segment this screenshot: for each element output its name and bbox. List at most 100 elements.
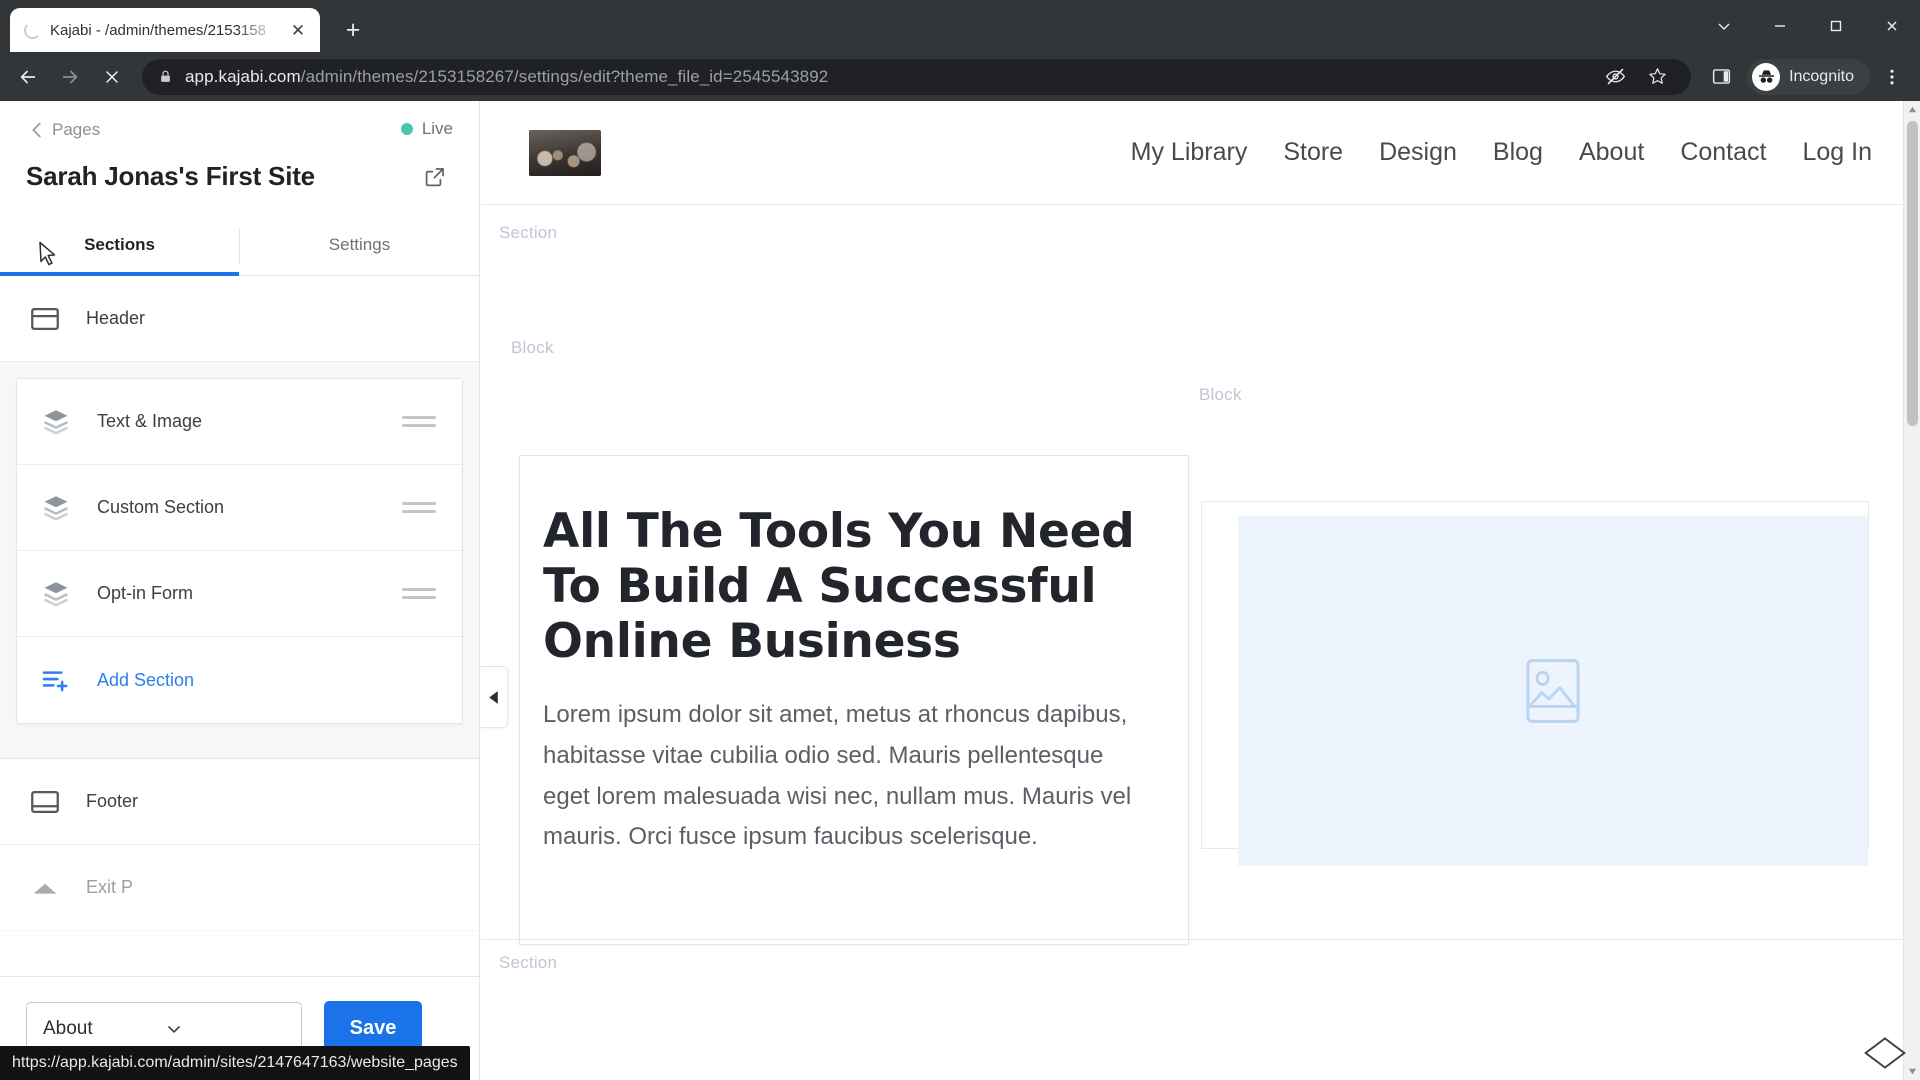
sidebar-item-label: Custom Section (97, 497, 225, 517)
scrollbar-thumb[interactable] (1907, 121, 1918, 426)
triangle-left-icon (489, 690, 498, 704)
sidebar-item-footer[interactable]: Footer (0, 759, 479, 845)
back-to-pages-link[interactable]: Pages (26, 117, 453, 143)
editor-tabs: Sections Settings (0, 214, 479, 276)
add-section-label: Add Section (97, 669, 195, 690)
status-label: Live (421, 119, 453, 138)
tab-strip: Kajabi - /admin/themes/2153158 ✕ + (0, 0, 1920, 52)
lock-icon (158, 69, 173, 84)
minimize-icon[interactable] (1752, 0, 1808, 52)
tab-sections[interactable]: Sections (0, 214, 239, 276)
browser-window: Kajabi - /admin/themes/2153158 ✕ + app.k… (0, 0, 1920, 1080)
browser-tab[interactable]: Kajabi - /admin/themes/2153158 ✕ (10, 8, 320, 52)
sidebar-item-header[interactable]: Header (0, 276, 479, 362)
section-group: Text & Image Custom Section Opt-in Form … (16, 378, 463, 724)
status-dot-icon (400, 123, 413, 135)
section-list: Header Text & Image Custom Section Opt-i… (0, 276, 479, 976)
zone-label-section-bottom: Section (499, 953, 558, 972)
nav-link-store[interactable]: Store (1283, 138, 1343, 167)
section-divider (481, 939, 1920, 940)
paragraph-text: Lorem ipsum dolor sit amet, metus at rho… (543, 700, 1132, 851)
back-icon[interactable] (8, 57, 48, 97)
open-external-icon[interactable] (423, 165, 453, 189)
side-panel-icon[interactable] (1701, 57, 1741, 97)
editor-header: Pages Live Sarah Jonas's First Site (0, 101, 479, 214)
theme-editor-sidebar: Pages Live Sarah Jonas's First Site Sect… (0, 101, 480, 1080)
collapse-sidebar-button[interactable] (480, 666, 508, 728)
headline-text: All The Tools You Need To Build A Succes… (543, 504, 1135, 669)
url-domain: app.kajabi.com (185, 66, 301, 86)
mouse-cursor (38, 241, 60, 276)
status-bar-url: https://app.kajabi.com/admin/sites/21476… (0, 1046, 470, 1080)
nav-link-design[interactable]: Design (1379, 138, 1457, 167)
footer-layout-icon (26, 785, 64, 819)
layers-icon (37, 406, 75, 438)
add-section-button[interactable]: Add Section (17, 637, 462, 723)
incognito-label: Incognito (1789, 67, 1854, 85)
nav-link-about[interactable]: About (1579, 138, 1644, 167)
close-window-icon[interactable] (1864, 0, 1920, 52)
text-block[interactable]: All The Tools You Need To Build A Succes… (519, 455, 1189, 945)
page-scrollbar[interactable] (1903, 101, 1920, 1080)
incognito-profile-button[interactable]: Incognito (1747, 58, 1870, 95)
image-placeholder-icon (1526, 659, 1580, 723)
layers-icon (37, 492, 75, 524)
sidebar-item-exit-popup[interactable]: Exit P (0, 845, 479, 931)
site-preview: My Library Store Design Blog About Conta… (481, 101, 1920, 1080)
address-bar[interactable]: app.kajabi.com/admin/themes/2153158267/s… (142, 57, 1692, 97)
forward-icon (50, 57, 90, 97)
layers-icon (37, 578, 75, 610)
chrome-menu-icon[interactable] (1872, 57, 1912, 97)
header-layout-icon (26, 302, 64, 336)
page-select-value: About (43, 1017, 93, 1039)
drag-handle-icon[interactable] (402, 588, 436, 599)
chevron-down-icon (164, 1019, 285, 1039)
browser-toolbar: app.kajabi.com/admin/themes/2153158267/s… (0, 52, 1920, 101)
page-title: Sarah Jonas's First Site (26, 161, 315, 191)
nav-link-my-library[interactable]: My Library (1131, 138, 1248, 167)
sidebar-item-text-image[interactable]: Text & Image (17, 379, 462, 465)
url-text: app.kajabi.com/admin/themes/2153158267/s… (185, 67, 1583, 87)
sidebar-item-label: Footer (86, 791, 139, 811)
image-block[interactable] (1201, 501, 1869, 866)
chevron-left-icon (26, 119, 48, 141)
scroll-up-icon[interactable] (1904, 101, 1920, 118)
cookie-blocked-eye-icon[interactable] (1595, 57, 1635, 97)
nav-link-blog[interactable]: Blog (1493, 138, 1543, 167)
status-badge: Live (400, 119, 453, 139)
omnibox-actions (1595, 57, 1677, 97)
maximize-icon[interactable] (1808, 0, 1864, 52)
preview-canvas: Section Block Block All The Tools You Ne… (481, 205, 1920, 1080)
sidebar-item-label: Opt-in Form (97, 583, 194, 603)
tab-loading-spinner-icon (24, 21, 41, 39)
url-path: /admin/themes/2153158267/settings/edit?t… (300, 66, 829, 86)
nav-link-log-in[interactable]: Log In (1802, 138, 1872, 167)
new-tab-button[interactable]: + (336, 13, 370, 47)
tab-settings[interactable]: Settings (240, 214, 479, 275)
bookmark-star-icon[interactable] (1637, 57, 1677, 97)
sidebar-item-label: Header (86, 308, 146, 328)
preview-nav: My Library Store Design Blog About Conta… (1131, 138, 1872, 167)
image-placeholder[interactable] (1238, 516, 1868, 866)
site-logo-image[interactable] (529, 129, 601, 176)
chevron-up-icon (26, 871, 64, 905)
zone-label-block-right: Block (1199, 385, 1242, 404)
window-controls (1696, 0, 1920, 52)
minimize-to-tray-icon[interactable] (1696, 0, 1752, 52)
drag-handle-icon[interactable] (402, 416, 436, 427)
sidebar-item-opt-in-form[interactable]: Opt-in Form (17, 551, 462, 637)
scroll-down-icon[interactable] (1904, 1063, 1920, 1080)
page-viewport: Pages Live Sarah Jonas's First Site Sect… (0, 101, 1920, 1080)
drag-handle-icon[interactable] (402, 502, 436, 513)
sidebar-item-label: Text & Image (97, 411, 203, 431)
back-label: Pages (52, 120, 101, 139)
add-section-icon (37, 664, 75, 696)
tab-close-icon[interactable]: ✕ (286, 18, 310, 42)
section-group-container: Text & Image Custom Section Opt-in Form … (0, 362, 479, 759)
zone-label-section-top: Section (499, 223, 558, 242)
stop-loading-icon[interactable] (92, 57, 132, 97)
nav-link-contact[interactable]: Contact (1680, 138, 1766, 167)
incognito-icon (1752, 62, 1781, 91)
sidebar-item-custom-section[interactable]: Custom Section (17, 465, 462, 551)
tab-title: Kajabi - /admin/themes/2153158 (50, 21, 266, 39)
